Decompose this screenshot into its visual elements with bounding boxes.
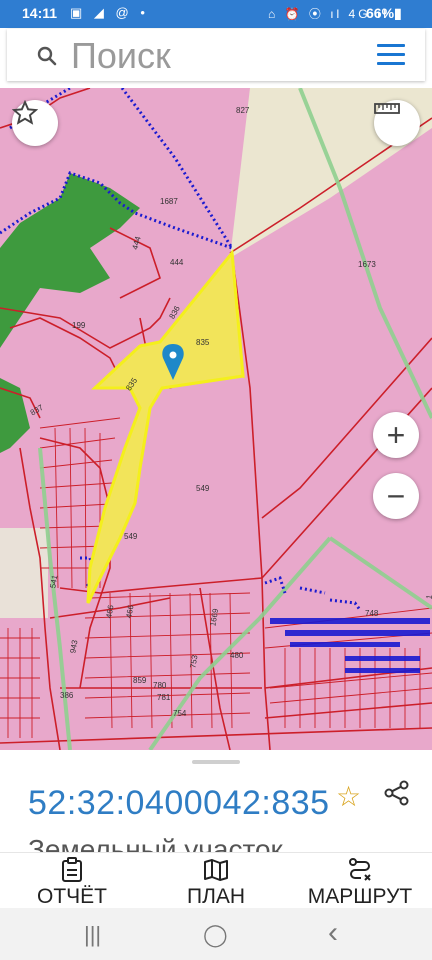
label-754: 754 (173, 709, 187, 718)
hamburger-menu-icon[interactable] (377, 44, 405, 66)
ruler-icon (374, 103, 400, 114)
route-action[interactable]: МАРШРУТ (300, 857, 420, 909)
clipboard-icon (62, 857, 82, 882)
cadastral-map[interactable]: 827 1687 444 444 836 835 199 1673 837 83… (0, 88, 432, 750)
map-plan-icon (204, 859, 228, 881)
share-icon[interactable] (382, 778, 412, 808)
label-859: 859 (133, 676, 147, 685)
label-1n: 1 (425, 594, 432, 600)
label-549: 549 (196, 484, 210, 493)
map-canvas: 827 1687 444 444 836 835 199 1673 837 83… (0, 88, 432, 750)
label-549b: 549 (124, 532, 138, 541)
label-1669: 1669 (208, 607, 220, 627)
cadastral-number: 52:32:0400042:835 (28, 784, 330, 822)
route-label: МАРШРУТ (307, 885, 413, 908)
home-button[interactable]: ◯ (203, 922, 228, 948)
label-835: 835 (196, 338, 210, 347)
label-386: 386 (60, 691, 74, 700)
zoom-in-button[interactable]: + (373, 412, 419, 458)
status-bar: 14:11 ▣ ◢ @ • ⌂ ⏰ ⦿ ıl 4G ıl 66%▮ (0, 0, 432, 28)
label-1673: 1673 (358, 260, 376, 269)
label-827: 827 (236, 106, 250, 115)
label-444b: 444 (170, 258, 184, 267)
notification-icons: ▣ ◢ @ • (70, 5, 149, 20)
system-nav-bar: ||| ◯ ‹ (0, 908, 432, 960)
utility-dots (270, 618, 430, 673)
plus-icon: + (386, 417, 406, 453)
minus-icon: − (386, 478, 406, 514)
label-837: 837 (29, 403, 46, 418)
search-bar (7, 29, 425, 81)
forest-area (0, 173, 140, 348)
favorite-layer-button[interactable] (12, 100, 58, 146)
plan-label: ПЛАН (186, 885, 246, 908)
label-753: 753 (188, 654, 199, 669)
label-199: 199 (72, 321, 86, 330)
back-button[interactable]: ‹ (328, 916, 338, 950)
report-action[interactable]: ОТЧЁТ (20, 857, 124, 909)
star-outline-icon (12, 100, 38, 125)
action-bar: ОТЧЁТ ПЛАН МАРШРУТ (0, 852, 432, 909)
label-780: 780 (153, 681, 167, 690)
route-icon (349, 858, 371, 881)
report-label: ОТЧЁТ (36, 885, 107, 908)
battery-level: 66%▮ (366, 5, 402, 21)
drag-handle[interactable] (192, 760, 240, 764)
label-444: 444 (131, 235, 143, 251)
label-943: 943 (68, 639, 79, 654)
recent-apps-button[interactable]: ||| (84, 922, 101, 948)
search-input[interactable] (69, 33, 353, 79)
label-480: 480 (230, 651, 244, 660)
parcel-type: Земельный участок (28, 834, 283, 852)
favorite-star-icon[interactable]: ☆ (336, 780, 361, 813)
label-748: 748 (365, 609, 379, 618)
search-icon[interactable] (37, 46, 57, 66)
ruler-button[interactable] (374, 100, 420, 146)
status-time: 14:11 (22, 5, 58, 21)
label-1687: 1687 (160, 197, 178, 206)
zoom-out-button[interactable]: − (373, 473, 419, 519)
plan-action[interactable]: ПЛАН (164, 857, 268, 909)
parcel-info-panel[interactable]: 52:32:0400042:835 ☆ Земельный участок (0, 750, 432, 852)
label-781: 781 (157, 693, 171, 702)
